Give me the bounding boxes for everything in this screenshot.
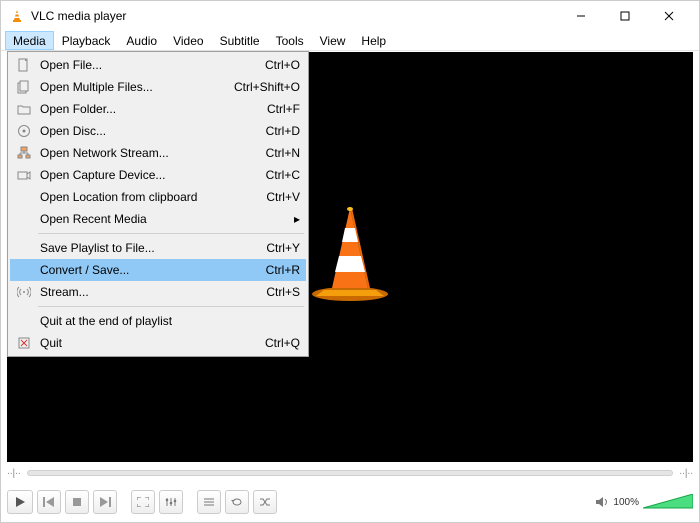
playlist-button[interactable] — [197, 490, 221, 514]
prev-button[interactable] — [37, 490, 61, 514]
menu-playback[interactable]: Playback — [54, 31, 119, 50]
menu-item-shortcut: Ctrl+N — [266, 146, 300, 160]
menu-item-shortcut: Ctrl+Y — [266, 241, 300, 255]
folder-icon — [14, 102, 34, 116]
menu-item-label: Open Location from clipboard — [34, 190, 266, 204]
menu-item-stream[interactable]: Stream...Ctrl+S — [10, 281, 306, 303]
menu-view[interactable]: View — [312, 31, 354, 50]
menu-help[interactable]: Help — [353, 31, 394, 50]
menu-item-label: Open Network Stream... — [34, 146, 266, 160]
menu-item-label: Open File... — [34, 58, 265, 72]
menu-audio[interactable]: Audio — [118, 31, 165, 50]
menu-item-open-disc[interactable]: Open Disc...Ctrl+D — [10, 120, 306, 142]
volume-slider[interactable] — [643, 494, 693, 510]
menu-item-shortcut: Ctrl+O — [265, 58, 300, 72]
quit-icon — [14, 336, 34, 350]
menu-item-open-folder[interactable]: Open Folder...Ctrl+F — [10, 98, 306, 120]
menu-item-open-multiple-files[interactable]: Open Multiple Files...Ctrl+Shift+O — [10, 76, 306, 98]
menu-item-label: Quit — [34, 336, 265, 350]
menu-media[interactable]: Media — [5, 31, 54, 50]
menu-item-label: Open Capture Device... — [34, 168, 266, 182]
fullscreen-button[interactable] — [131, 490, 155, 514]
menu-tools[interactable]: Tools — [268, 31, 312, 50]
stop-button[interactable] — [65, 490, 89, 514]
menu-item-open-capture-device[interactable]: Open Capture Device...Ctrl+C — [10, 164, 306, 186]
menu-item-quit[interactable]: QuitCtrl+Q — [10, 332, 306, 354]
menu-video[interactable]: Video — [165, 31, 211, 50]
menu-item-label: Open Folder... — [34, 102, 267, 116]
file-icon — [14, 58, 34, 72]
seek-start-icon: ∙∙|∙∙ — [7, 468, 21, 479]
menu-item-shortcut: Ctrl+Q — [265, 336, 300, 350]
menu-item-open-network-stream[interactable]: Open Network Stream...Ctrl+N — [10, 142, 306, 164]
stream-icon — [14, 285, 34, 299]
window-buttons — [559, 1, 691, 31]
titlebar: VLC media player — [1, 1, 699, 31]
seek-end-icon: ∙∙|∙∙ — [679, 468, 693, 479]
ext-settings-button[interactable] — [159, 490, 183, 514]
menu-item-open-recent-media[interactable]: Open Recent Media▸ — [10, 208, 306, 230]
seek-row: ∙∙|∙∙ ∙∙|∙∙ — [7, 464, 693, 482]
menu-item-label: Stream... — [34, 285, 266, 299]
menu-separator — [38, 306, 304, 307]
menu-item-quit-at-the-end-of-playlist[interactable]: Quit at the end of playlist — [10, 310, 306, 332]
submenu-arrow-icon: ▸ — [290, 212, 300, 226]
menu-item-label: Open Multiple Files... — [34, 80, 234, 94]
menu-item-shortcut: Ctrl+C — [266, 168, 300, 182]
controls: 100% — [7, 488, 693, 516]
window-title: VLC media player — [31, 9, 559, 23]
files-icon — [14, 80, 34, 94]
disc-icon — [14, 124, 34, 138]
menu-item-open-file[interactable]: Open File...Ctrl+O — [10, 54, 306, 76]
minimize-button[interactable] — [559, 1, 603, 31]
loop-button[interactable] — [225, 490, 249, 514]
random-button[interactable] — [253, 490, 277, 514]
menu-item-shortcut: Ctrl+R — [266, 263, 300, 277]
seek-slider[interactable] — [27, 470, 674, 476]
menu-item-save-playlist-to-file[interactable]: Save Playlist to File...Ctrl+Y — [10, 237, 306, 259]
capture-icon — [14, 168, 34, 182]
menu-subtitle[interactable]: Subtitle — [212, 31, 268, 50]
app-window: VLC media player MediaPlaybackAudioVideo… — [0, 0, 700, 523]
app-logo-icon — [9, 8, 25, 24]
menu-item-label: Open Recent Media — [34, 212, 290, 226]
menu-item-label: Open Disc... — [34, 124, 266, 138]
vlc-cone-icon — [306, 202, 394, 302]
maximize-button[interactable] — [603, 1, 647, 31]
menubar: MediaPlaybackAudioVideoSubtitleToolsView… — [1, 31, 699, 51]
menu-item-shortcut: Ctrl+D — [266, 124, 300, 138]
network-icon — [14, 146, 34, 160]
menu-item-convert-save[interactable]: Convert / Save...Ctrl+R — [10, 259, 306, 281]
menu-item-open-location-from-clipboard[interactable]: Open Location from clipboardCtrl+V — [10, 186, 306, 208]
volume-control: 100% — [595, 494, 693, 510]
menu-item-shortcut: Ctrl+S — [266, 285, 300, 299]
play-button[interactable] — [7, 490, 33, 514]
menu-item-shortcut: Ctrl+V — [266, 190, 300, 204]
volume-label: 100% — [613, 497, 639, 508]
bottom-bar: ∙∙|∙∙ ∙∙|∙∙ 100% — [7, 464, 693, 516]
menu-item-shortcut: Ctrl+F — [267, 102, 300, 116]
menu-item-label: Save Playlist to File... — [34, 241, 266, 255]
menu-item-shortcut: Ctrl+Shift+O — [234, 80, 300, 94]
menu-item-label: Quit at the end of playlist — [34, 314, 300, 328]
speaker-icon[interactable] — [595, 496, 609, 508]
menu-item-label: Convert / Save... — [34, 263, 266, 277]
close-button[interactable] — [647, 1, 691, 31]
next-button[interactable] — [93, 490, 117, 514]
media-menu-dropdown: Open File...Ctrl+OOpen Multiple Files...… — [7, 51, 309, 357]
menu-separator — [38, 233, 304, 234]
